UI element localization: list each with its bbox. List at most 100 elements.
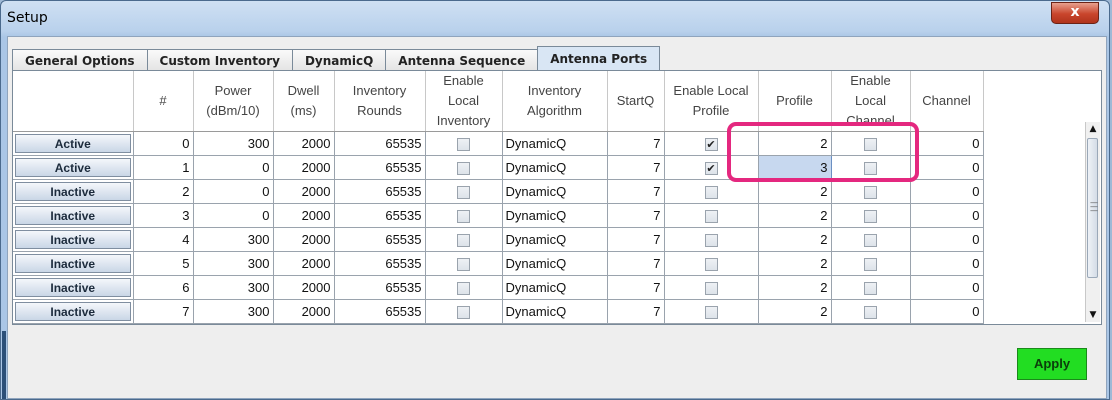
enable-local-channel-checkbox[interactable] bbox=[864, 282, 877, 296]
column-header[interactable]: # bbox=[133, 71, 194, 132]
power-cell[interactable]: 300 bbox=[193, 131, 274, 156]
vertical-scrollbar[interactable]: ▲ — — — ▼ bbox=[1085, 122, 1100, 322]
dwell-cell[interactable]: 2000 bbox=[273, 203, 335, 228]
inventory-algorithm-cell[interactable]: DynamicQ bbox=[502, 227, 608, 252]
inventory-rounds-cell[interactable]: 65535 bbox=[334, 179, 426, 204]
dwell-cell[interactable]: 2000 bbox=[273, 299, 335, 324]
power-cell[interactable]: 300 bbox=[193, 251, 274, 276]
tab-antenna-ports[interactable]: Antenna Ports bbox=[537, 46, 661, 72]
inventory-rounds-cell[interactable]: 65535 bbox=[334, 203, 426, 228]
enable-local-profile-checkbox[interactable]: ✔ bbox=[704, 162, 718, 176]
dwell-cell[interactable]: 2000 bbox=[273, 155, 335, 180]
power-cell[interactable]: 0 bbox=[193, 179, 274, 204]
enable-local-profile-checkbox[interactable] bbox=[704, 186, 718, 200]
status-toggle-button[interactable]: Inactive bbox=[15, 206, 131, 225]
tab-custom-inventory[interactable]: Custom Inventory bbox=[146, 49, 292, 72]
enable-local-inventory-checkbox[interactable] bbox=[457, 162, 470, 176]
enable-local-inventory-checkbox[interactable] bbox=[457, 186, 470, 200]
column-header[interactable]: Enable Local Inventory bbox=[425, 71, 503, 132]
status-toggle-button[interactable]: Inactive bbox=[15, 254, 131, 273]
startq-cell[interactable]: 7 bbox=[607, 131, 665, 156]
inventory-algorithm-cell[interactable]: DynamicQ bbox=[502, 203, 608, 228]
enable-local-channel-checkbox[interactable] bbox=[864, 210, 877, 224]
inventory-rounds-cell[interactable]: 65535 bbox=[334, 275, 426, 300]
inventory-algorithm-cell[interactable]: DynamicQ bbox=[502, 131, 608, 156]
channel-cell[interactable]: 0 bbox=[910, 203, 984, 228]
profile-cell[interactable]: 2 bbox=[758, 251, 832, 276]
column-header[interactable] bbox=[13, 71, 134, 132]
column-header[interactable]: Inventory Rounds bbox=[334, 71, 426, 132]
inventory-algorithm-cell[interactable]: DynamicQ bbox=[502, 155, 608, 180]
enable-local-profile-checkbox[interactable] bbox=[704, 258, 718, 272]
enable-local-channel-checkbox[interactable] bbox=[864, 234, 877, 248]
enable-local-inventory-checkbox[interactable] bbox=[457, 306, 470, 320]
enable-local-inventory-checkbox[interactable] bbox=[457, 234, 470, 248]
enable-local-profile-checkbox[interactable] bbox=[704, 234, 718, 248]
inventory-rounds-cell[interactable]: 65535 bbox=[334, 251, 426, 276]
channel-cell[interactable]: 0 bbox=[910, 131, 984, 156]
power-cell[interactable]: 300 bbox=[193, 299, 274, 324]
startq-cell[interactable]: 7 bbox=[607, 275, 665, 300]
channel-cell[interactable]: 0 bbox=[910, 155, 984, 180]
profile-cell[interactable]: 2 bbox=[758, 179, 832, 204]
inventory-rounds-cell[interactable]: 65535 bbox=[334, 227, 426, 252]
status-toggle-button[interactable]: Inactive bbox=[15, 302, 131, 321]
startq-cell[interactable]: 7 bbox=[607, 155, 665, 180]
inventory-rounds-cell[interactable]: 65535 bbox=[334, 155, 426, 180]
enable-local-channel-checkbox[interactable] bbox=[864, 306, 877, 320]
enable-local-profile-checkbox[interactable] bbox=[704, 282, 718, 296]
status-toggle-button[interactable]: Inactive bbox=[15, 182, 131, 201]
scrollbar-thumb[interactable]: — — — bbox=[1087, 138, 1098, 278]
dwell-cell[interactable]: 2000 bbox=[273, 179, 335, 204]
status-toggle-button[interactable]: Inactive bbox=[15, 230, 131, 249]
channel-cell[interactable]: 0 bbox=[910, 251, 984, 276]
status-toggle-button[interactable]: Inactive bbox=[15, 278, 131, 297]
inventory-algorithm-cell[interactable]: DynamicQ bbox=[502, 275, 608, 300]
status-toggle-button[interactable]: Active bbox=[15, 134, 131, 153]
enable-local-profile-checkbox[interactable] bbox=[704, 306, 718, 320]
inventory-rounds-cell[interactable]: 65535 bbox=[334, 131, 426, 156]
inventory-algorithm-cell[interactable]: DynamicQ bbox=[502, 179, 608, 204]
dwell-cell[interactable]: 2000 bbox=[273, 275, 335, 300]
column-header[interactable]: Dwell (ms) bbox=[273, 71, 335, 132]
enable-local-profile-checkbox[interactable]: ✔ bbox=[704, 138, 718, 152]
inventory-rounds-cell[interactable]: 65535 bbox=[334, 299, 426, 324]
dwell-cell[interactable]: 2000 bbox=[273, 131, 335, 156]
apply-button[interactable]: Apply bbox=[1017, 348, 1087, 380]
tab-general-options[interactable]: General Options bbox=[12, 49, 147, 72]
inventory-algorithm-cell[interactable]: DynamicQ bbox=[502, 251, 608, 276]
startq-cell[interactable]: 7 bbox=[607, 227, 665, 252]
status-toggle-button[interactable]: Active bbox=[15, 158, 131, 177]
scroll-down-icon[interactable]: ▼ bbox=[1086, 308, 1100, 322]
channel-cell[interactable]: 0 bbox=[910, 275, 984, 300]
enable-local-inventory-checkbox[interactable] bbox=[457, 282, 470, 296]
profile-cell[interactable]: 2 bbox=[758, 299, 832, 324]
scroll-up-icon[interactable]: ▲ bbox=[1086, 122, 1100, 136]
dwell-cell[interactable]: 2000 bbox=[273, 227, 335, 252]
startq-cell[interactable]: 7 bbox=[607, 299, 665, 324]
enable-local-inventory-checkbox[interactable] bbox=[457, 258, 470, 272]
startq-cell[interactable]: 7 bbox=[607, 251, 665, 276]
enable-local-channel-checkbox[interactable] bbox=[864, 258, 877, 272]
channel-cell[interactable]: 0 bbox=[910, 227, 984, 252]
dwell-cell[interactable]: 2000 bbox=[273, 251, 335, 276]
tab-dynamicq[interactable]: DynamicQ bbox=[291, 49, 386, 72]
channel-cell[interactable]: 0 bbox=[910, 179, 984, 204]
channel-cell[interactable]: 0 bbox=[910, 299, 984, 324]
profile-cell[interactable]: 2 bbox=[758, 227, 832, 252]
enable-local-inventory-checkbox[interactable] bbox=[457, 138, 470, 152]
power-cell[interactable]: 0 bbox=[193, 155, 274, 180]
power-cell[interactable]: 300 bbox=[193, 275, 274, 300]
close-icon[interactable]: x bbox=[1051, 2, 1099, 24]
column-header[interactable]: StartQ bbox=[607, 71, 665, 132]
power-cell[interactable]: 0 bbox=[193, 203, 274, 228]
column-header[interactable]: Inventory Algorithm bbox=[502, 71, 608, 132]
profile-cell[interactable]: 2 bbox=[758, 203, 832, 228]
power-cell[interactable]: 300 bbox=[193, 227, 274, 252]
profile-cell[interactable]: 2 bbox=[758, 275, 832, 300]
enable-local-profile-checkbox[interactable] bbox=[704, 210, 718, 224]
enable-local-channel-checkbox[interactable] bbox=[864, 186, 877, 200]
column-header[interactable]: Power (dBm/10) bbox=[193, 71, 274, 132]
inventory-algorithm-cell[interactable]: DynamicQ bbox=[502, 299, 608, 324]
enable-local-inventory-checkbox[interactable] bbox=[457, 210, 470, 224]
